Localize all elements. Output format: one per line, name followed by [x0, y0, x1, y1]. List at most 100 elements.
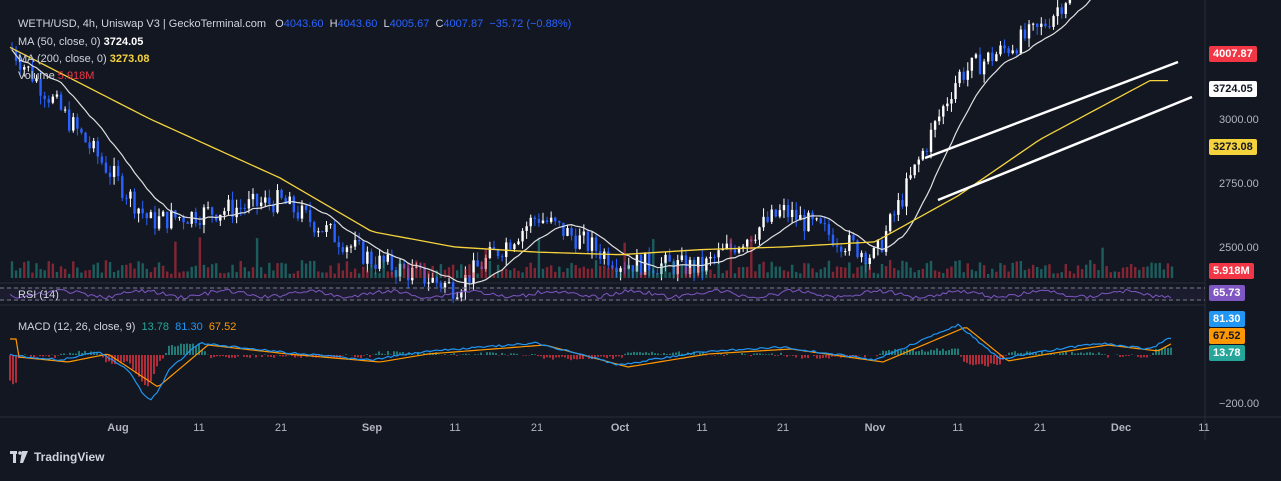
time-tick-label: 21: [777, 422, 789, 434]
volume-bar: [191, 267, 193, 278]
candle-body: [472, 260, 474, 283]
volume-bar: [366, 271, 368, 278]
macd-histogram-bar: [1098, 352, 1100, 355]
volume-bar: [946, 269, 948, 278]
volume-bar: [72, 261, 74, 278]
macd-histogram-bar: [771, 354, 773, 355]
volume-bar: [1020, 261, 1022, 278]
macd-histogram-bar: [1167, 348, 1169, 355]
volume-legend[interactable]: Volume 5.918M: [18, 69, 94, 83]
volume-bar: [166, 271, 168, 278]
volume-bar: [636, 266, 638, 278]
ma50-legend[interactable]: MA (50, close, 0) 3724.05: [18, 35, 143, 49]
volume-bar: [223, 273, 225, 278]
volume-bar: [1126, 267, 1128, 278]
candle-body: [954, 83, 956, 99]
volume-bar: [215, 263, 217, 278]
candle-body: [930, 130, 932, 152]
tradingview-logo[interactable]: TradingView: [10, 450, 104, 464]
volume-bar: [783, 270, 785, 278]
volume-bar: [1171, 266, 1173, 278]
macd-histogram-bar: [876, 355, 878, 356]
volume-bar: [1081, 269, 1083, 278]
candle-body: [864, 253, 866, 264]
candle-body: [64, 110, 66, 111]
candle-body: [72, 117, 74, 130]
chart-stage[interactable]: 4250.003500.003000.002750.002500.00−200.…: [0, 0, 1281, 476]
volume-bar: [999, 263, 1001, 278]
volume-bar: [1093, 264, 1095, 278]
macd-tick-label: −200.00: [1219, 398, 1259, 410]
volume-bar: [505, 269, 507, 278]
candle-body: [248, 199, 250, 208]
candle-body: [387, 255, 389, 262]
candle-body: [158, 216, 160, 228]
volume-bar: [799, 273, 801, 278]
volume-bar: [1048, 264, 1050, 278]
volume-bar: [1114, 271, 1116, 278]
macd-histogram-bar: [513, 353, 515, 355]
candle-body: [664, 255, 666, 264]
candle-body: [844, 251, 846, 252]
macd-histogram-bar: [228, 355, 230, 358]
macd-legend[interactable]: MACD (12, 26, close, 9) 13.78 81.30 67.5…: [18, 320, 236, 334]
open-label: O: [275, 18, 284, 30]
candle-body: [852, 235, 854, 240]
candle-body: [92, 141, 94, 148]
volume-bar: [987, 274, 989, 278]
volume-bar: [456, 270, 458, 278]
volume-bar: [43, 270, 45, 278]
volume-bar: [775, 267, 777, 278]
macd-histogram-bar: [1065, 352, 1067, 355]
candle-body: [178, 217, 180, 218]
symbol-title: WETH/USD, 4h, Uniswap V3 | GeckoTerminal…: [18, 18, 266, 30]
volume-bar: [309, 261, 311, 278]
volume-bar: [1061, 272, 1063, 278]
volume-bar: [738, 267, 740, 278]
volume-bar: [1130, 264, 1132, 278]
macd-histogram-bar: [489, 352, 491, 355]
volume-bar: [983, 265, 985, 278]
macd-histogram-bar: [618, 355, 620, 356]
volume-bar: [150, 272, 152, 278]
volume-bar: [1118, 272, 1120, 278]
macd-histogram-bar: [246, 355, 248, 357]
volume-bar: [354, 269, 356, 278]
volume-bar: [84, 271, 86, 278]
volume-bar: [199, 237, 201, 278]
candle-body: [256, 194, 258, 206]
volume-label: Volume: [18, 70, 55, 82]
volume-bar: [717, 263, 719, 278]
macd-histogram-bar: [606, 355, 608, 358]
chart-svg[interactable]: 4250.003500.003000.002750.002500.00−200.…: [0, 0, 1281, 476]
candle-body: [836, 246, 838, 247]
volume-bar: [399, 260, 401, 278]
candle-body: [530, 218, 532, 226]
rsi-legend[interactable]: RSI (14): [18, 288, 59, 302]
candle-body: [252, 194, 254, 199]
volume-bar: [1024, 270, 1026, 278]
volume-bar: [1101, 248, 1103, 278]
volume-bar: [1065, 264, 1067, 278]
macd-histogram-bar: [972, 355, 974, 365]
candle-body: [1007, 48, 1009, 53]
volume-bar: [824, 267, 826, 278]
candle-body: [570, 228, 572, 236]
candle-body: [783, 205, 785, 210]
candle-body: [80, 129, 82, 133]
macd-histogram-bar: [168, 346, 170, 355]
volume-bar: [1003, 265, 1005, 278]
volume-bar: [182, 271, 184, 278]
ma200-legend[interactable]: MA (200, close, 0) 3273.08: [18, 52, 149, 66]
macd-histogram-bar: [648, 353, 650, 355]
candle-body: [374, 265, 376, 269]
macd-histogram-bar: [180, 344, 182, 355]
macd-histogram-bar: [159, 355, 161, 361]
volume-bar: [11, 261, 13, 278]
macd-histogram-bar: [573, 355, 575, 359]
candle-body: [893, 214, 895, 215]
volume-bar: [35, 263, 37, 278]
volume-bar: [971, 270, 973, 278]
volume-bar: [27, 261, 29, 278]
macd-histogram-bar: [759, 353, 761, 355]
